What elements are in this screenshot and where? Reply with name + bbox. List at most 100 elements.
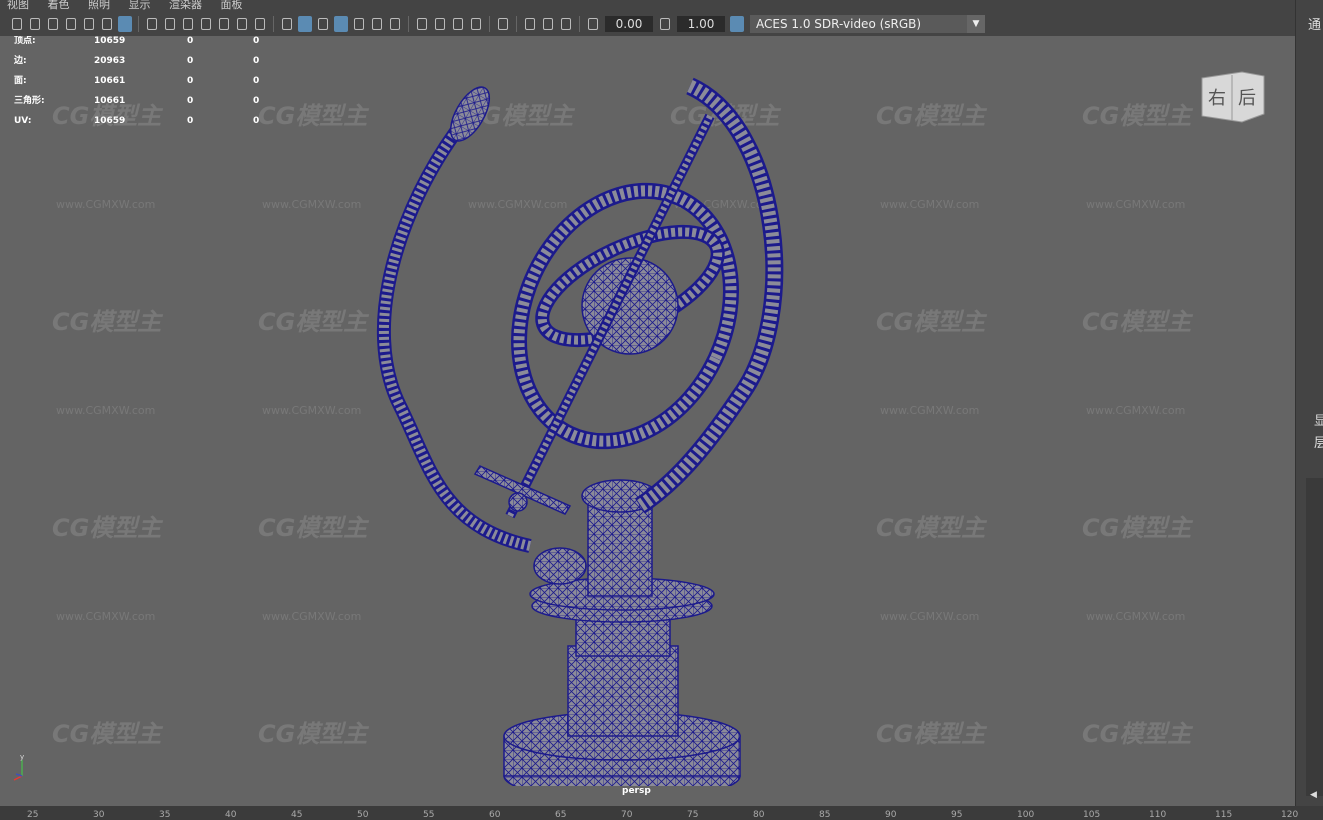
viewcube-right-label[interactable]: 右 xyxy=(1208,88,1226,109)
watermark-logo: CG模型主 xyxy=(258,514,368,542)
time-slider[interactable]: 25 30 35 40 45 50 55 60 65 70 75 80 85 90 95 100 105 110 1… xyxy=(0,806,1323,820)
hud-value: 10661 xyxy=(94,96,126,106)
xray-joints-icon[interactable] xyxy=(559,16,573,32)
hud-row-uvs: UV: 10659 0 0 xyxy=(14,116,273,136)
viewport-toolbar: 0.00 1.00 ACES 1.0 SDR-video (sRGB) ▼ xyxy=(0,12,1295,36)
use-all-lights-icon[interactable] xyxy=(370,16,384,32)
watermark-logo: CG模型主 xyxy=(876,514,986,542)
color-space-dropdown[interactable]: ACES 1.0 SDR-video (sRGB) ▼ xyxy=(750,15,985,33)
two-d-pan-icon[interactable] xyxy=(82,16,96,32)
hud-value: 10661 xyxy=(94,76,126,86)
smooth-shade-icon[interactable] xyxy=(298,16,312,32)
motion-blur-icon[interactable] xyxy=(433,16,447,32)
timeline-tick: 105 xyxy=(1083,810,1101,820)
menu-bar: 视图 着色 照明 显示 渲染器 面板 xyxy=(0,0,1295,12)
watermark-logo: CG模型主 xyxy=(52,308,162,336)
menu-panels[interactable]: 面板 xyxy=(221,0,243,10)
menu-show[interactable]: 显示 xyxy=(129,0,151,10)
anti-aliasing-icon[interactable] xyxy=(451,16,465,32)
viewcube-back-label[interactable]: 后 xyxy=(1238,88,1256,109)
timeline-tick: 55 xyxy=(423,810,435,820)
film-gate-icon[interactable] xyxy=(163,16,177,32)
grease-pencil-icon[interactable] xyxy=(100,16,114,32)
menu-lighting[interactable]: 照明 xyxy=(88,0,110,10)
hud-value: 10659 xyxy=(94,36,126,46)
display-tab[interactable]: 显 xyxy=(1314,410,1323,429)
pencil-icon[interactable] xyxy=(118,16,132,32)
resolution-gate-icon[interactable] xyxy=(181,16,195,32)
watermark-logo: CG模型主 xyxy=(1082,720,1192,748)
timeline-tick: 85 xyxy=(819,810,831,820)
shadows-icon[interactable] xyxy=(388,16,402,32)
gamma-field[interactable]: 0.00 xyxy=(605,16,653,32)
menu-view[interactable]: 视图 xyxy=(7,0,29,10)
field-chart-icon[interactable] xyxy=(217,16,231,32)
watermark-url: www.CGMXW.com xyxy=(880,404,980,417)
xray-active-icon[interactable] xyxy=(541,16,555,32)
hud-label: 边: xyxy=(14,56,27,66)
layer-tab[interactable]: 层 xyxy=(1314,432,1323,451)
separator xyxy=(408,16,409,32)
hud-row-faces: 面: 10661 0 0 xyxy=(14,76,273,96)
menu-shading[interactable]: 着色 xyxy=(48,0,70,10)
color-space-label: ACES 1.0 SDR-video (sRGB) xyxy=(756,17,922,31)
layer-list[interactable] xyxy=(1306,478,1323,796)
timeline-tick: 120 xyxy=(1281,810,1299,820)
menu-renderer[interactable]: 渲染器 xyxy=(169,0,202,10)
hud-value: 0 xyxy=(253,116,260,126)
axis-y-label: y xyxy=(20,753,24,761)
hud-value: 0 xyxy=(187,56,194,66)
watermark-logo: CG模型主 xyxy=(876,102,986,130)
timeline-tick: 25 xyxy=(27,810,39,820)
image-plane-icon[interactable] xyxy=(64,16,78,32)
timeline-tick: 95 xyxy=(951,810,963,820)
timeline-tick: 45 xyxy=(291,810,303,820)
hud-value: 0 xyxy=(187,36,194,46)
timeline-tick: 90 xyxy=(885,810,897,820)
exposure-field[interactable]: 1.00 xyxy=(677,16,725,32)
depth-of-field-icon[interactable] xyxy=(469,16,483,32)
camera-attributes-icon[interactable] xyxy=(28,16,42,32)
xray-icon[interactable] xyxy=(523,16,537,32)
watermark-logo: CG模型主 xyxy=(876,720,986,748)
hud-row-triangles: 三角形: 10661 0 0 xyxy=(14,96,273,116)
armillary-sphere-wireframe-model[interactable] xyxy=(360,66,820,786)
watermark-url: www.CGMXW.com xyxy=(1086,198,1186,211)
hud-value: 0 xyxy=(187,76,194,86)
screen-space-ao-icon[interactable] xyxy=(415,16,429,32)
scroll-left-icon[interactable]: ◀ xyxy=(1310,790,1317,800)
wireframe-on-shaded-icon[interactable] xyxy=(334,16,348,32)
watermark-url: www.CGMXW.com xyxy=(262,404,362,417)
camera-name-label: persp xyxy=(622,786,651,796)
color-management-icon[interactable] xyxy=(730,16,744,32)
panel-title: 通 xyxy=(1308,18,1322,33)
timeline-tick: 30 xyxy=(93,810,105,820)
perspective-viewport[interactable]: CG模型主 CG模型主 CG模型主 CG模型主 CG模型主 CG模型主 www.… xyxy=(0,36,1295,806)
bookmarks-icon[interactable] xyxy=(46,16,60,32)
hud-value: 0 xyxy=(253,96,260,106)
watermark-url: www.CGMXW.com xyxy=(56,404,156,417)
watermark-logo: CG模型主 xyxy=(1082,102,1192,130)
gate-mask-icon[interactable] xyxy=(199,16,213,32)
textured-icon[interactable] xyxy=(352,16,366,32)
select-camera-icon[interactable] xyxy=(10,16,24,32)
chevron-down-icon[interactable]: ▼ xyxy=(967,15,985,33)
isolate-select-icon[interactable] xyxy=(496,16,510,32)
grid-icon[interactable] xyxy=(145,16,159,32)
safe-action-icon[interactable] xyxy=(235,16,249,32)
view-cube[interactable]: 右 后 xyxy=(1198,68,1268,124)
base-pedestal xyxy=(503,479,741,786)
watermark-url: www.CGMXW.com xyxy=(262,198,362,211)
default-material-icon[interactable] xyxy=(316,16,330,32)
hud-value: 10659 xyxy=(94,116,126,126)
wireframe-icon[interactable] xyxy=(280,16,294,32)
hud-row-vertices: 顶点: 10659 0 0 xyxy=(14,36,273,56)
safe-title-icon[interactable] xyxy=(253,16,267,32)
hud-label: 面: xyxy=(14,76,27,86)
timeline-tick: 50 xyxy=(357,810,369,820)
timeline-tick: 110 xyxy=(1149,810,1167,820)
watermark-url: www.CGMXW.com xyxy=(1086,404,1186,417)
separator xyxy=(516,16,517,32)
timeline-tick: 75 xyxy=(687,810,699,820)
axis-gizmo: y xyxy=(13,753,24,781)
